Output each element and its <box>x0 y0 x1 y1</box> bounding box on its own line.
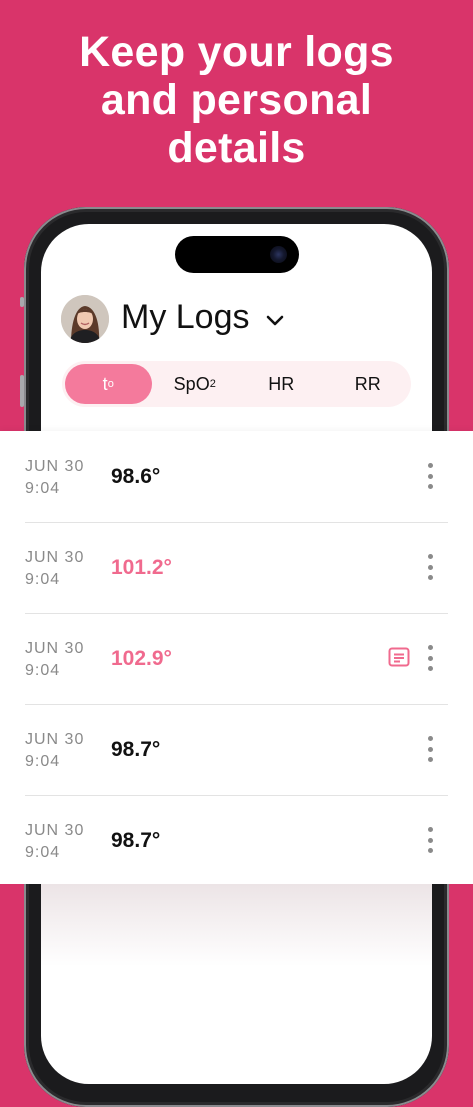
log-date: JUN 30 <box>25 731 85 748</box>
user-avatar-icon <box>61 295 109 343</box>
log-value: 98.7° <box>111 829 161 852</box>
tab-hr[interactable]: HR <box>238 364 325 404</box>
note-icon[interactable] <box>388 647 410 667</box>
chevron-down-icon <box>266 315 283 325</box>
headline-line-2: and personal <box>100 76 373 124</box>
log-date: JUN 30 <box>25 458 85 475</box>
log-list: JUN 30 9:04 98.6° JUN 30 9:04 101.2° JUN… <box>0 431 473 884</box>
more-options-icon[interactable] <box>422 827 438 853</box>
log-time: 9:04 <box>25 844 61 861</box>
log-value: 101.2° <box>111 556 172 579</box>
log-value: 98.7° <box>111 738 161 761</box>
promo-headline: Keep your logs and personal details <box>0 28 473 172</box>
page-title: My Logs <box>121 298 250 336</box>
more-options-icon[interactable] <box>422 645 438 671</box>
headline-line-3: details <box>167 124 306 172</box>
log-date: JUN 30 <box>25 822 85 839</box>
log-date: JUN 30 <box>25 640 85 657</box>
list-item[interactable]: JUN 30 9:04 101.2° <box>25 522 448 614</box>
log-value: 102.9° <box>111 647 172 670</box>
tab-label: HR <box>268 373 295 394</box>
tab-label-sup: o <box>107 378 114 390</box>
tab-spo2[interactable]: SpO 2 <box>152 364 239 404</box>
list-item[interactable]: JUN 30 9:04 98.7° <box>25 795 448 886</box>
log-datetime: JUN 30 9:04 <box>25 547 105 591</box>
tab-label: RR <box>354 373 381 394</box>
log-time: 9:04 <box>25 480 61 497</box>
log-time: 9:04 <box>25 571 61 588</box>
log-datetime: JUN 30 9:04 <box>25 729 105 773</box>
phone-volume-button <box>20 375 24 407</box>
more-options-icon[interactable] <box>422 736 438 762</box>
list-item[interactable]: JUN 30 9:04 98.6° <box>25 431 448 523</box>
screen-bottom-fade <box>41 884 432 1034</box>
headline-line-1: Keep your logs <box>79 28 394 76</box>
list-item[interactable]: JUN 30 9:04 102.9° <box>25 613 448 705</box>
tab-rr[interactable]: RR <box>325 364 412 404</box>
log-time: 9:04 <box>25 753 61 770</box>
log-time: 9:04 <box>25 662 61 679</box>
more-options-icon[interactable] <box>422 554 438 580</box>
more-options-icon[interactable] <box>422 463 438 489</box>
metric-tabs: to SpO 2 HR RR <box>62 361 411 407</box>
log-value: 98.6° <box>111 465 161 488</box>
phone-side-button <box>20 297 24 307</box>
avatar[interactable] <box>61 295 109 343</box>
logs-title-dropdown[interactable]: My Logs <box>121 298 286 337</box>
log-datetime: JUN 30 9:04 <box>25 638 105 682</box>
tab-label: SpO <box>173 373 210 394</box>
camera-icon <box>270 246 287 263</box>
tab-label-sub: 2 <box>209 378 216 390</box>
log-datetime: JUN 30 9:04 <box>25 456 105 500</box>
dynamic-island <box>175 236 299 273</box>
log-datetime: JUN 30 9:04 <box>25 820 105 864</box>
tab-temperature[interactable]: to <box>65 364 152 404</box>
list-item[interactable]: JUN 30 9:04 98.7° <box>25 704 448 796</box>
log-date: JUN 30 <box>25 549 85 566</box>
